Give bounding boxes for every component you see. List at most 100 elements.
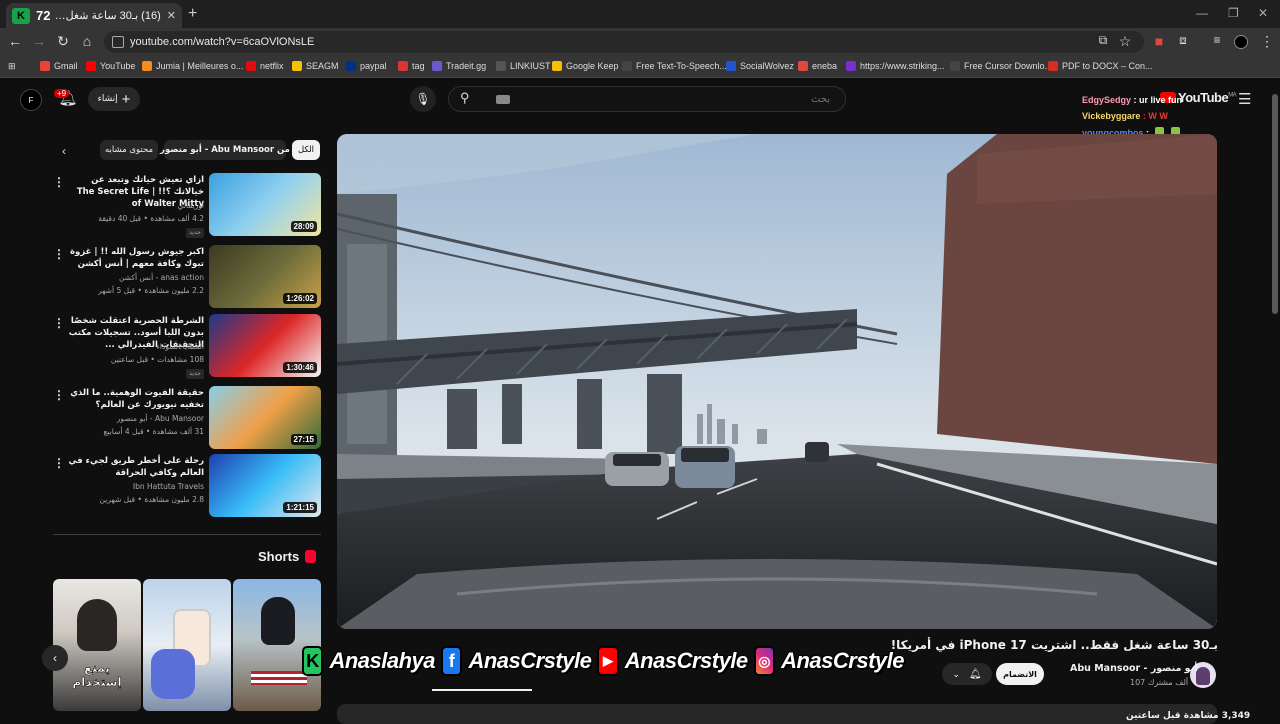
video-frame <box>337 134 1217 629</box>
bookmark-item[interactable]: SEAGM <box>292 61 339 71</box>
join-button[interactable]: الانضمام <box>996 663 1044 685</box>
more-options-icon[interactable]: ⋮ <box>53 388 65 402</box>
related-title[interactable]: رحلة على أخطر طريق لجيء في العالم وكافي … <box>68 455 205 479</box>
bookmark-favicon-icon <box>1048 61 1058 71</box>
bookmark-item[interactable]: LINKIUST <box>496 61 551 71</box>
bookmark-item[interactable]: Free Text-To-Speech... <box>622 61 727 71</box>
site-info-icon[interactable] <box>112 36 124 48</box>
bookmark-item[interactable]: tag <box>398 61 425 71</box>
microphone-icon: 🎙︎ <box>415 92 431 106</box>
bookmark-item[interactable]: PDF to DOCX – Con... <box>1048 61 1153 71</box>
more-options-icon[interactable]: ⋮ <box>53 247 65 261</box>
window-close-icon[interactable]: ✕ <box>1258 6 1268 20</box>
bookmark-label: netflix <box>260 61 284 71</box>
scrollbar-thumb[interactable] <box>1272 94 1278 314</box>
more-options-icon[interactable]: ⋮ <box>53 456 65 470</box>
related-channel[interactable]: أوريماتي <box>68 201 204 210</box>
chat-message: Vickebyggare : W W <box>1082 111 1168 121</box>
bookmark-favicon-icon <box>552 61 562 71</box>
related-thumbnail[interactable]: 1:21:15 <box>209 454 321 517</box>
search-input[interactable] <box>490 88 840 110</box>
description-box[interactable] <box>337 704 1217 724</box>
duration-badge: 1:21:15 <box>283 502 317 513</box>
related-meta: 4.2 ألف مشاهدة • قبل 40 دقيقة <box>98 214 204 223</box>
bookmark-item[interactable]: https://www.striking... <box>846 61 945 71</box>
maximize-icon[interactable]: ❐ <box>1228 6 1239 20</box>
apps-grid-icon[interactable]: ⊞ <box>8 61 16 72</box>
search-icon[interactable]: ⚲ <box>460 90 470 106</box>
region-code: MA <box>1228 92 1237 99</box>
bookmark-item[interactable]: Free Cursor Downlo... <box>950 61 1052 71</box>
bookmark-item[interactable]: eneba <box>798 61 837 71</box>
profile-avatar-icon[interactable] <box>1234 35 1248 49</box>
youtube-icon: ▶ <box>597 646 619 676</box>
related-title[interactable]: اكبر جيوش رسول الله !! | غزوة تبوك وكافة… <box>68 246 204 270</box>
chip-from-channel[interactable]: من Abu Mansoor - أبو منصور <box>160 140 290 160</box>
related-channel[interactable]: Ibn Hattuta Travels <box>68 482 204 491</box>
minimize-icon[interactable]: — <box>1196 6 1208 20</box>
bookmark-item[interactable]: paypal <box>346 61 387 71</box>
create-button[interactable]: إنشاء + <box>88 87 140 111</box>
related-channel[interactable]: anas action - أنس أكشن <box>68 273 204 282</box>
related-title[interactable]: حقيقة الفيوت الوهمية.. ما الذي تخفيه نيو… <box>68 387 204 411</box>
duration-badge: 28:09 <box>290 221 317 232</box>
bookmark-label: Jumia | Meilleures o... <box>156 61 244 71</box>
avatar-figure <box>1196 667 1210 685</box>
bookmark-item[interactable]: Google Keep <box>552 61 619 71</box>
bookmark-star-icon[interactable]: ☆ <box>1116 33 1134 50</box>
chat-user: Vickebyggare <box>1082 111 1141 121</box>
extensions-puzzle-icon[interactable]: ⧈ <box>1174 33 1192 48</box>
overlay-handle: Anaslahya <box>329 647 437 674</box>
tab-close-icon[interactable]: ✕ <box>167 9 176 22</box>
short-item[interactable]: يمنع إستخدام <box>53 579 141 711</box>
browser-menu-icon[interactable]: ⋮ <box>1258 33 1276 50</box>
channel-name[interactable]: Abu Mansoor - أبو منصور <box>1070 662 1197 674</box>
bookmark-item[interactable]: Jumia | Meilleures o... <box>142 61 243 71</box>
new-tab-icon[interactable]: + <box>188 5 197 23</box>
extension-recorder-icon[interactable]: ■ <box>1150 33 1168 49</box>
video-player[interactable] <box>337 134 1217 629</box>
bookmark-item[interactable]: Tradeit.gg <box>432 61 486 71</box>
new-badge: جديد <box>186 369 204 379</box>
bookmark-item[interactable]: SocialWolvez <box>726 61 794 71</box>
install-app-icon[interactable]: ⧉ <box>1094 33 1112 48</box>
create-label: إنشاء <box>97 94 118 104</box>
bookmark-item[interactable]: YouTube <box>86 61 135 71</box>
bookmark-favicon-icon <box>398 61 408 71</box>
forward-icon[interactable]: → <box>30 33 48 49</box>
related-meta: 108 مشاهدات • قبل ساعتين <box>110 355 204 364</box>
home-icon[interactable]: ⌂ <box>78 33 96 49</box>
more-options-icon[interactable]: ⋮ <box>53 316 65 330</box>
more-options-icon[interactable]: ⋮ <box>53 175 65 189</box>
shorts-prev-button[interactable]: ‹ <box>42 645 68 671</box>
url-field[interactable]: youtube.com/watch?v=6caOVlONsLE <box>104 31 1144 53</box>
duration-badge: 1:26:02 <box>283 293 317 304</box>
bookmark-label: Gmail <box>54 61 78 71</box>
reload-icon[interactable]: ↻ <box>54 33 72 50</box>
bookmark-item[interactable]: netflix <box>246 61 284 71</box>
chips-prev-icon[interactable]: ‹ <box>62 144 66 158</box>
voice-search-button[interactable]: 🎙︎ <box>410 86 436 112</box>
account-avatar[interactable]: F <box>20 89 42 111</box>
chip-all[interactable]: الكل <box>292 140 320 160</box>
duration-badge: 1:30:46 <box>283 362 317 373</box>
subscribed-notification-button[interactable]: ⌄ 🔔︎ <box>942 663 992 685</box>
subscriber-count: 107 ألف مشترك <box>1130 678 1189 687</box>
bookmark-favicon-icon <box>846 61 856 71</box>
chat-user: EdgySedgy <box>1082 95 1132 105</box>
related-channel[interactable]: القضايا السوداء <box>68 342 204 351</box>
bookmark-item[interactable]: Gmail <box>40 61 78 71</box>
page-scrollbar[interactable] <box>1270 78 1280 720</box>
media-controls-icon[interactable]: ≡ <box>1208 33 1226 47</box>
related-thumbnail[interactable]: 27:15 <box>209 386 321 449</box>
shorts-label: Shorts <box>258 549 300 564</box>
related-thumbnail[interactable]: 1:30:46 <box>209 314 321 377</box>
related-thumbnail[interactable]: 1:26:02 <box>209 245 321 308</box>
related-thumbnail[interactable]: 28:09 <box>209 173 321 236</box>
browser-tab[interactable]: K 72 (16) بـ30 ساعة شغل فقط... ✕ <box>6 3 182 28</box>
guide-menu-icon[interactable]: ☰ <box>1238 90 1251 108</box>
short-item[interactable] <box>143 579 231 711</box>
related-channel[interactable]: Abu Mansoor - أبو منصور <box>68 414 204 423</box>
back-icon[interactable]: ← <box>6 33 24 49</box>
chip-related[interactable]: محتوى مشابه <box>100 140 158 160</box>
